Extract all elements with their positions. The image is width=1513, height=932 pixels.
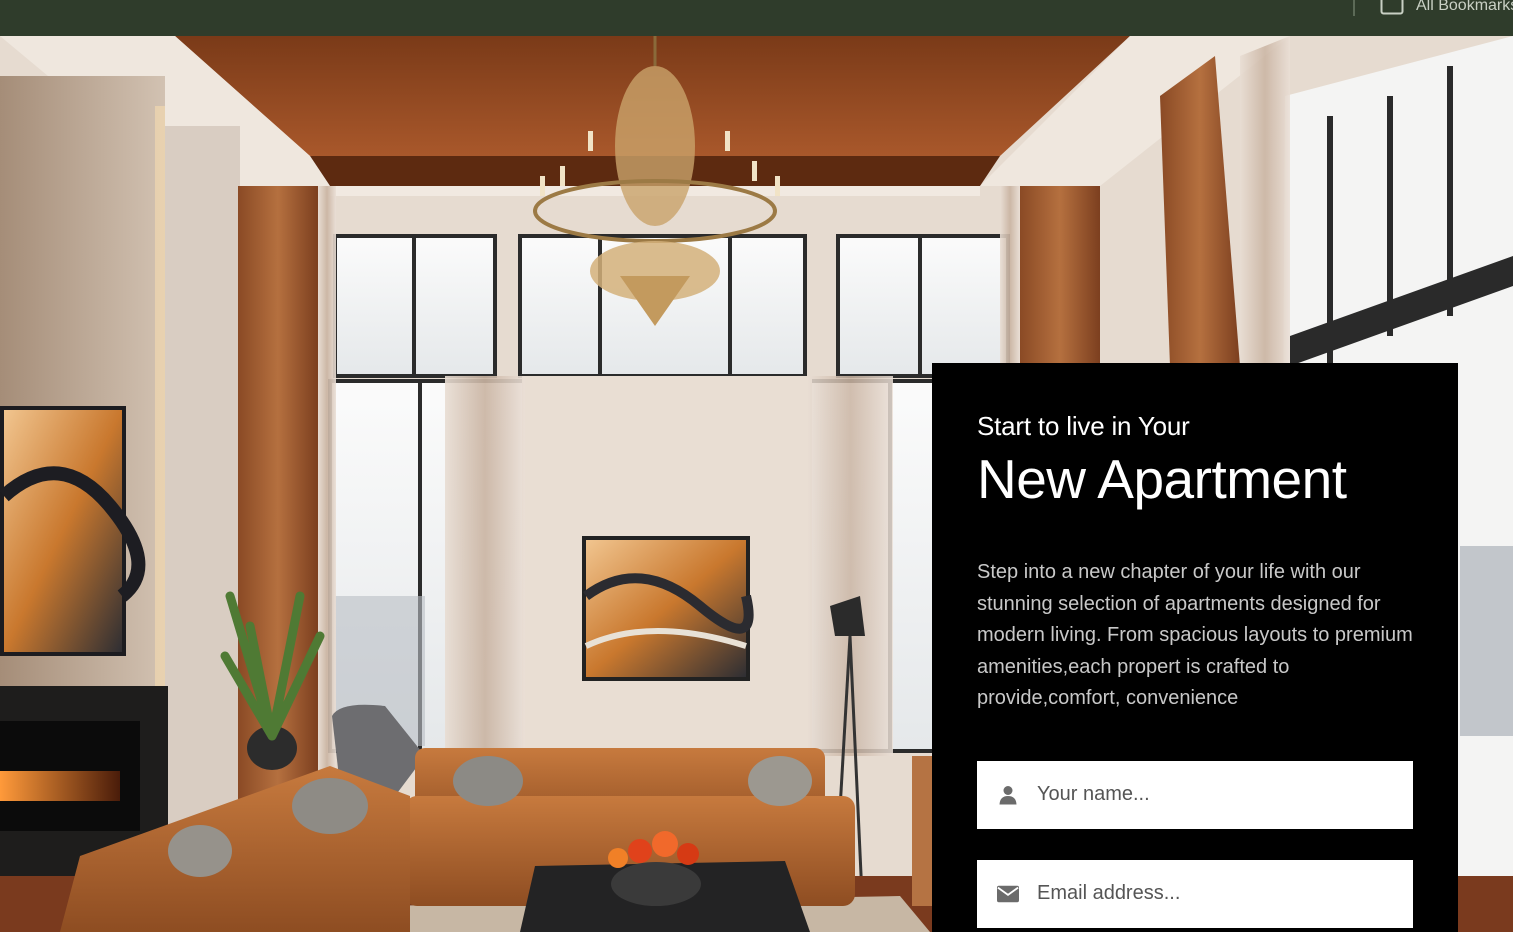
- signup-card: Start to live in Your New Apartment Step…: [932, 363, 1458, 932]
- signup-eyebrow: Start to live in Your: [977, 411, 1190, 441]
- signup-description: Step into a new chapter of your life wit…: [977, 561, 1413, 709]
- bookmarks-bar: All Bookmarks: [0, 0, 1513, 36]
- email-field[interactable]: [977, 859, 1413, 928]
- name-field[interactable]: [977, 760, 1413, 829]
- signup-headline: New Apartment: [977, 448, 1347, 510]
- name-input[interactable]: [1037, 760, 1413, 829]
- all-bookmarks-label: All Bookmarks: [1416, 0, 1513, 14]
- bookmarks-divider: [1353, 0, 1355, 16]
- user-icon: [997, 784, 1019, 806]
- envelope-icon: [997, 883, 1019, 905]
- all-bookmarks-button[interactable]: All Bookmarks: [1380, 0, 1513, 16]
- folder-icon: [1380, 0, 1404, 15]
- email-input[interactable]: [1037, 859, 1413, 928]
